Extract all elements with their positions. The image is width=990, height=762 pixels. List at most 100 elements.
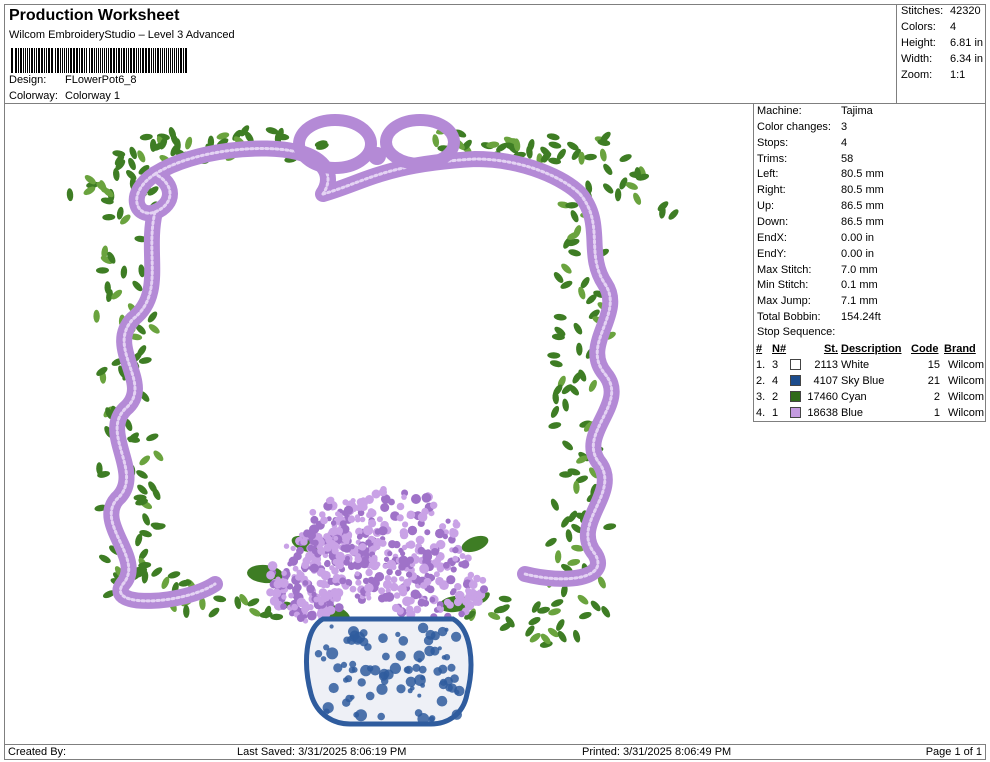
thread-swatch [790,374,801,386]
info-label: Machine: [757,105,802,117]
colorway-value: Colorway 1 [65,90,121,102]
info-label: Down: [757,215,789,228]
col-description: Description [841,343,902,355]
info-row: EndY: 0.00 in [757,248,874,260]
info-label: Up: [757,200,775,213]
color-code: 2 [933,391,940,403]
zoom-label: Zoom: [901,69,933,81]
thread-brand: Wilcom [947,375,984,387]
needle-number: 3 [772,359,779,371]
info-label: Max Stitch: [757,263,812,276]
info-row: Color changes: 3 [757,121,847,133]
stop-num: 3. [756,391,766,403]
info-row: EndX: 0.00 in [757,232,874,244]
page-number: Page 1 of 1 [925,746,982,758]
color-description: White [841,359,870,371]
col-st: St. [823,343,838,355]
worksheet-header: Production Worksheet Wilcom EmbroiderySt… [4,4,986,104]
color-code: 15 [927,359,940,371]
info-label: Color changes: [757,120,831,133]
page-title: Production Worksheet [9,7,180,24]
color-description: Blue [841,407,864,419]
needle-number: 1 [772,407,779,419]
color-swatch [790,389,802,405]
stitch-count: 4107 [813,375,838,387]
info-row: Down: 86.5 mm [757,216,884,228]
col-brand: Brand [944,343,976,355]
info-value: 7.1 mm [841,295,878,308]
stop-sequence-title: Stop Sequence: [757,326,836,338]
stitch-count: 18638 [807,407,838,419]
thread-brand: Wilcom [947,407,984,419]
stop-num: 2. [756,375,766,387]
stop-num: 1. [756,359,766,371]
info-value: 80.5 mm [841,184,884,197]
color-description: Sky Blue [841,375,885,387]
info-value: 0.00 in [841,247,875,260]
info-value: 4 [841,136,848,149]
info-row: Machine: Tajima [757,105,873,117]
info-label: Total Bobbin: [757,311,821,324]
info-label: Left: [757,168,779,181]
design-row: Design: FLowerPot6_8 [9,74,137,86]
color-code: 21 [927,375,940,387]
design-value: FLowerPot6_8 [65,74,137,86]
machine-info-panel: Machine: Tajima Color changes: 3 Stops: 4 Trim… [753,104,986,422]
color-code: 1 [933,407,940,419]
printed-date: Printed: 3/31/2025 8:06:49 PM [582,746,732,758]
thread-swatch [790,406,801,418]
zoom-value: 1:1 [950,69,966,81]
info-row: Stops: 4 [757,137,847,149]
created-by: Created By: [8,746,67,758]
height-label: Height: [901,37,936,49]
barcode [11,48,187,73]
info-label: EndX: [757,231,787,244]
stitches-label: Stitches: [901,5,944,17]
col-num: # [756,343,763,355]
table-row: 3. 2 17460 Cyan 2 Wilcom [756,389,984,405]
height-row: Height: 6.81 in [901,37,983,49]
info-row: Up: 86.5 mm [757,200,884,212]
colorway-row: Colorway: Colorway 1 [9,90,120,102]
worksheet-footer: Created By: Last Saved: 3/31/2025 8:06:1… [4,744,986,760]
design-label: Design: [9,74,47,86]
needle-number: 4 [772,375,779,387]
color-swatch [790,357,802,373]
info-value: 7.0 mm [841,263,878,276]
info-row: Max Jump: 7.1 mm [757,295,878,307]
info-value: Tajima [841,105,873,117]
colors-row: Colors: 4 [901,21,956,33]
stop-table-header: # N# St. Description Code Brand [756,341,984,357]
info-row: Right: 80.5 mm [757,184,884,196]
width-value: 6.34 in [950,53,984,65]
info-row: Trims: 58 [757,153,853,165]
thread-swatch [790,358,801,370]
hydrangea-flowers [247,486,489,628]
info-value: 86.5 mm [841,200,884,213]
needle-number: 2 [772,391,779,403]
stitches-value: 42320 [950,5,981,17]
stitches-row: Stitches: 42320 [901,5,981,17]
colors-value: 4 [950,21,957,33]
color-swatch [790,405,802,421]
info-row: Max Stitch: 7.0 mm [757,264,878,276]
last-saved: Last Saved: 3/31/2025 8:06:19 PM [237,746,407,758]
info-label: Right: [757,184,786,197]
info-value: 0.1 mm [841,279,878,292]
info-value: 58 [841,152,854,165]
info-label: Min Stitch: [757,279,809,292]
stop-num: 4. [756,407,766,419]
table-row: 2. 4 4107 Sky Blue 21 Wilcom [756,373,984,389]
height-value: 6.81 in [950,37,984,49]
info-label: EndY: [757,247,787,260]
thread-brand: Wilcom [947,391,984,403]
software-subtitle: Wilcom EmbroideryStudio – Level 3 Advanc… [9,29,235,41]
info-value: 0.00 in [841,231,875,244]
colors-label: Colors: [901,21,936,33]
width-row: Width: 6.34 in [901,53,983,65]
colorway-label: Colorway: [9,90,58,102]
info-label: Stops: [757,136,789,149]
thread-swatch [790,390,801,402]
info-value: 3 [841,120,848,133]
color-description: Cyan [841,391,867,403]
